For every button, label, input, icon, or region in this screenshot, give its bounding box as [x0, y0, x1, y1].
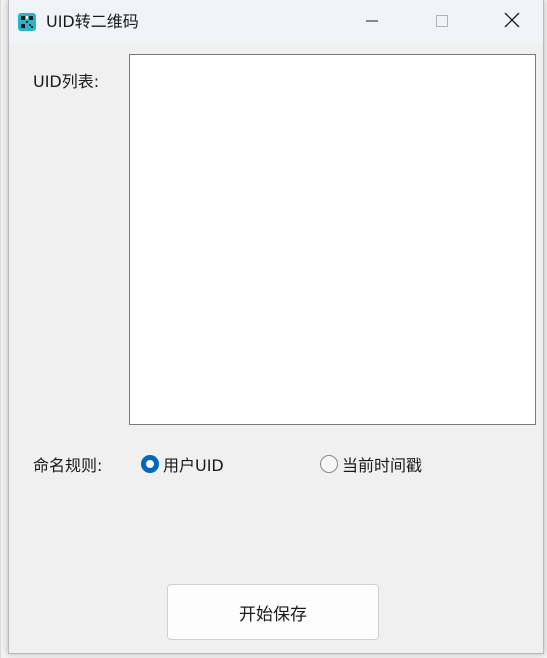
minimize-button[interactable]	[349, 0, 395, 44]
maximize-button[interactable]	[419, 0, 465, 44]
window-title: UID转二维码	[46, 12, 139, 31]
uid-list-input[interactable]	[129, 54, 536, 425]
background-edge	[0, 0, 1, 658]
maximize-icon	[435, 13, 449, 32]
close-icon	[504, 12, 520, 32]
app-window: UID转二维码 UID列表: 命名规则: 用户UID 当前时间戳 开始保存	[8, 0, 544, 654]
radio-unchecked-icon	[320, 455, 338, 473]
radio-user-uid-label: 用户UID	[163, 456, 224, 475]
radio-timestamp[interactable]: 当前时间戳	[320, 452, 422, 476]
start-save-button[interactable]: 开始保存	[167, 584, 379, 640]
uid-list-label: UID列表:	[33, 72, 100, 91]
radio-timestamp-label: 当前时间戳	[342, 456, 423, 475]
title-bar[interactable]: UID转二维码	[9, 0, 543, 44]
close-button[interactable]	[489, 0, 535, 44]
qr-app-icon	[17, 12, 37, 32]
radio-user-uid[interactable]: 用户UID	[141, 452, 224, 476]
minimize-icon	[365, 13, 379, 32]
naming-rule-label: 命名规则:	[33, 456, 103, 475]
radio-checked-icon	[141, 455, 159, 473]
